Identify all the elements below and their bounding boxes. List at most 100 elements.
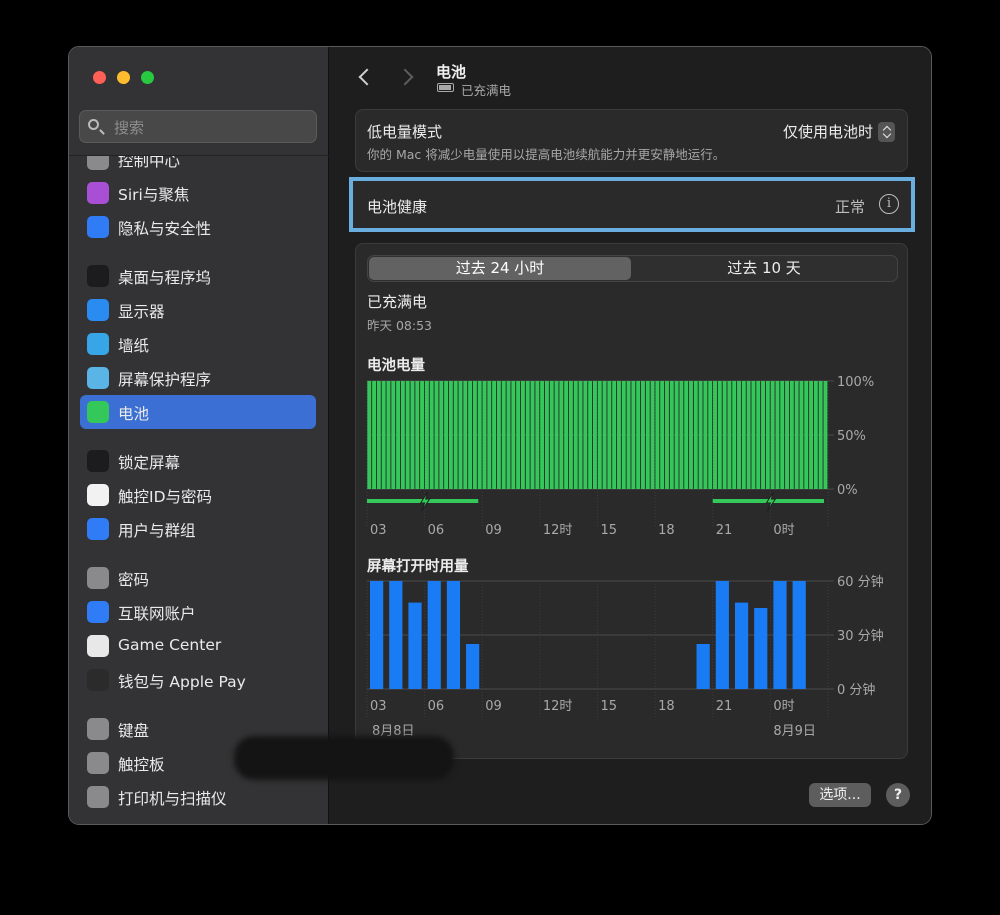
battery-bar [592,381,597,489]
battery-bar [477,381,482,489]
zoom-window-button[interactable] [141,71,154,84]
battery-bar [631,381,636,489]
y-tick-label: 60 分钟 [837,574,884,590]
bolt-icon [765,491,777,512]
battery-bar [367,381,372,489]
battery-bar [612,381,617,489]
search-input[interactable] [112,117,306,139]
battery-bar [626,381,631,489]
printer-icon [87,786,109,808]
minimize-window-button[interactable] [117,71,130,84]
chevron-updown-icon[interactable] [878,122,895,142]
info-icon[interactable]: i [879,194,899,214]
low-power-mode-description: 你的 Mac 将减少电量使用以提高电池续航能力并更安静地运行。 [367,147,726,162]
battery-bar [674,381,679,489]
sidebar-item-label: 锁定屏幕 [118,454,181,472]
sidebar-item-label: 控制中心 [118,156,181,170]
screen-usage-bar [370,581,384,689]
sidebar-item-label: Siri与聚焦 [118,186,190,204]
battery-bar [516,381,521,489]
battery-bar [823,381,828,489]
battery-bar [669,381,674,489]
battery-bar [588,381,593,489]
screen-usage-bar [408,602,422,689]
sidebar-item-label: 用户与群组 [118,522,196,540]
y-tick-label: 0 分钟 [837,682,875,698]
screen-usage-bar [466,644,480,689]
sidebar: 控制中心 Siri与聚焦隐私与安全性桌面与程序坞显示器墙纸屏幕保护程序电池锁定屏幕… [69,47,329,824]
keyboard-icon [87,718,109,740]
sidebar-item-label: 互联网账户 [118,605,196,623]
sidebar-item[interactable]: 桌面与程序坞 [80,259,316,293]
sidebar-item-label: 墙纸 [118,337,150,355]
sidebar-item[interactable]: 用户与群组 [80,512,316,546]
game-center-icon [87,635,109,657]
battery-bar [396,381,401,489]
sidebar-item[interactable]: 显示器 [80,293,316,327]
battery-bar [684,381,689,489]
battery-bar [583,381,588,489]
battery-bar [636,381,641,489]
sidebar-item[interactable]: 密码 [80,561,316,595]
battery-bar [708,381,713,489]
forward-button[interactable] [396,68,414,86]
battery-health-row[interactable]: 电池健康 正常 i [349,177,915,232]
trackpad-icon [87,752,109,774]
battery-bar [655,381,660,489]
x-tick-label: 21 [716,699,733,714]
battery-bar [501,381,506,489]
battery-bar [535,381,540,489]
close-window-button[interactable] [93,71,106,84]
battery-bar [780,381,785,489]
search-box[interactable] [79,110,317,143]
battery-bar [372,381,377,489]
battery-bar [468,381,473,489]
sidebar-item[interactable]: 打印机与扫描仪 [80,780,316,814]
x-tick-label: 18 [658,699,675,714]
battery-bar [578,381,583,489]
battery-bar [511,381,516,489]
at-icon [87,601,109,623]
sidebar-item[interactable]: 电池 [80,395,316,429]
sidebar-list: 控制中心 Siri与聚焦隐私与安全性 桌面与程序坞 显示器墙纸屏幕保护程序 电池锁定屏幕… [69,156,329,824]
sidebar-item[interactable]: Game Center [80,629,316,663]
x-tick-label: 0时 [773,523,794,538]
sidebar-item[interactable]: 互联网账户 [80,595,316,629]
battery-bar [400,381,405,489]
options-button[interactable]: 选项... [809,783,871,807]
sidebar-item[interactable]: 锁定屏幕 [80,444,316,478]
x-tick-label: 12时 [543,523,573,538]
battery-bar [732,381,737,489]
sidebar-item[interactable]: 屏幕保护程序 [80,361,316,395]
battery-bar [775,381,780,489]
sidebar-item[interactable]: Siri与聚焦 [80,176,316,210]
battery-bar [737,381,741,489]
sidebar-item[interactable]: 钱包与 Apple Pay [80,663,316,697]
battery-bar [621,381,626,489]
screen-usage-bar [389,581,403,689]
sidebar-item[interactable]: 隐私与安全性 [80,210,316,244]
battery-bar [439,381,444,489]
battery-icon [87,401,109,423]
back-button[interactable] [358,68,376,86]
battery-bar [722,381,727,489]
battery-bar [765,381,770,489]
battery-bar [463,381,468,489]
sidebar-item[interactable]: 控制中心 [80,156,316,176]
battery-bar [472,381,477,489]
battery-bar [482,381,487,489]
low-power-mode-select[interactable]: 仅使用电池时 [783,121,873,142]
page-subtitle: 已充满电 [461,83,512,98]
sidebar-item[interactable]: 墙纸 [80,327,316,361]
sidebar-item-label: 打印机与扫描仪 [118,790,227,808]
battery-bar [415,381,420,489]
battery-bar [424,381,429,489]
help-button[interactable]: ? [886,783,910,807]
x-tick-label: 06 [428,699,445,714]
x-tick-label: 03 [370,523,387,538]
battery-status-icon [437,83,454,92]
sidebar-item-label: 密码 [118,571,150,589]
battery-bar [689,381,693,489]
battery-health-label: 电池健康 [367,198,428,216]
sidebar-item[interactable]: 触控ID与密码 [80,478,316,512]
